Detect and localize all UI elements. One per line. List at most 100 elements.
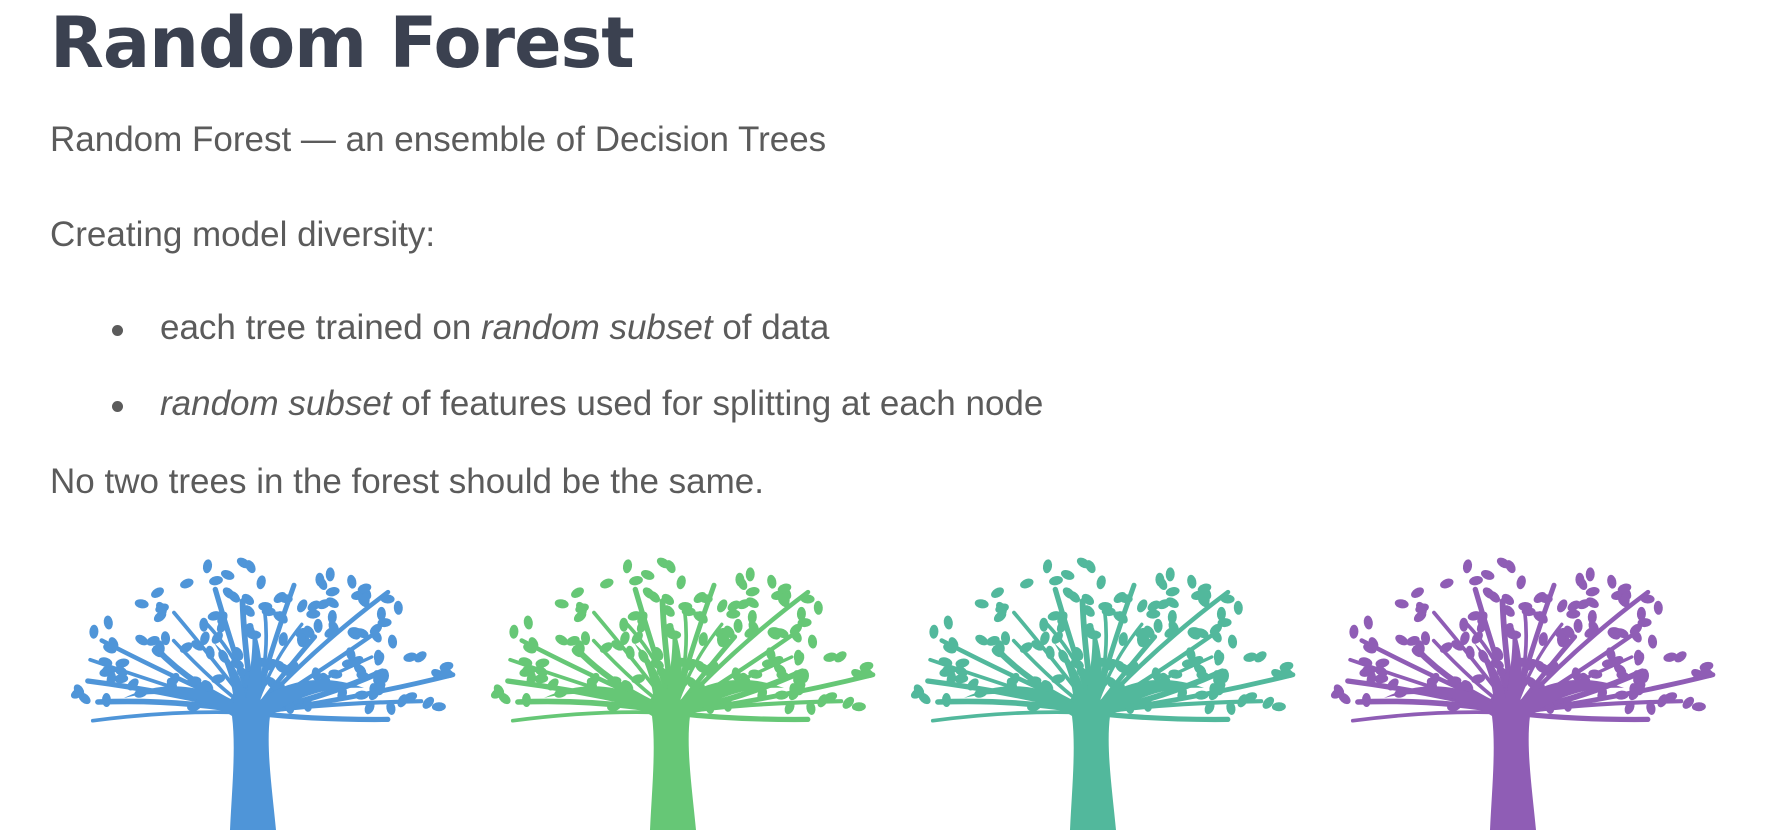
tree-leaf (1137, 599, 1148, 613)
tree-leaf (1187, 574, 1197, 589)
bullet-dot-icon (112, 401, 123, 412)
bullet-emphasis: random subset (481, 308, 713, 347)
tree-leaf (1462, 559, 1473, 574)
tree-leaf (387, 634, 398, 649)
diversity-heading: Creating model diversity: (50, 215, 436, 254)
tree-leaf (745, 587, 760, 597)
tree-leaf (1440, 578, 1454, 589)
tree-leaf (202, 559, 213, 574)
tree-leaf (155, 603, 169, 614)
tree-leaf (1227, 634, 1238, 649)
tree-leaf (1045, 645, 1055, 660)
tree-leaf (575, 603, 589, 614)
tree-leaf (1653, 600, 1663, 615)
tree-leaf (717, 599, 728, 613)
tree-leaf (1620, 592, 1630, 607)
tree-leaf (1165, 567, 1175, 582)
tree-leaf (1573, 618, 1583, 633)
tree-leaf (1691, 702, 1706, 712)
tree-leaf (509, 624, 519, 639)
tree-leaf (135, 634, 149, 646)
tree-leaf (1459, 617, 1469, 632)
tree-leaf (1153, 618, 1163, 633)
bullet-item-2: random subset of features used for split… (112, 384, 1043, 460)
tree-leaf (327, 610, 337, 624)
tree-leaf (1469, 576, 1483, 586)
tree-leaf (347, 574, 357, 589)
tree-leaf (103, 615, 113, 630)
tree-leaf (747, 610, 757, 624)
tree-leaf (89, 624, 99, 639)
tree-leaf (1585, 587, 1600, 597)
tree-leaf (1585, 567, 1595, 582)
tree-leaf (1566, 609, 1581, 619)
tree-leaf (313, 618, 323, 633)
tree-icon-purple (1314, 548, 1726, 830)
tree-leaf (1233, 600, 1243, 615)
tree-leaf (1557, 599, 1568, 613)
bullet-dot-icon (112, 325, 123, 336)
tree-leaf (1020, 578, 1034, 589)
tree-leaf (209, 576, 223, 586)
tree-leaf (256, 575, 266, 590)
closing-text: No two trees in the forest should be the… (50, 462, 764, 501)
bullet-list: each tree trained on random subset of da… (112, 308, 1043, 460)
tree-leaf (746, 597, 759, 609)
tree-leaf (1167, 610, 1177, 624)
tree-leaf (991, 587, 1004, 598)
tree-leaf (571, 587, 584, 598)
tree-leaf (1165, 587, 1180, 597)
tree-leaf (1146, 609, 1161, 619)
tree-leaf (600, 578, 614, 589)
tree-leaf (151, 587, 164, 598)
tree-leaf (393, 600, 403, 615)
tree-leaf (297, 599, 308, 613)
slide-title: Random Forest (50, 2, 635, 84)
tree-leaf (431, 702, 446, 712)
tree-leaf (995, 603, 1009, 614)
tree-illustrations (54, 548, 1734, 830)
tree-leaf (1271, 702, 1286, 712)
tree-leaf (676, 575, 686, 590)
tree-leaf (1587, 610, 1597, 624)
tree-icon-blue (54, 548, 466, 830)
tree-svg (70, 557, 456, 830)
tree-leaf (523, 615, 533, 630)
tree-svg (490, 557, 876, 830)
tree-leaf (629, 576, 643, 586)
tree-leaf (101, 693, 112, 707)
tree-leaf (1049, 576, 1063, 586)
bullet-item-1: each tree trained on random subset of da… (112, 308, 1043, 384)
tree-leaf (325, 567, 335, 582)
tree-leaf (745, 567, 755, 582)
tree-leaf (1096, 575, 1106, 590)
tree-leaf (205, 645, 215, 660)
tree-svg (910, 557, 1296, 830)
tree-leaf (851, 702, 866, 712)
tree-leaf (943, 615, 953, 630)
tree-leaf (555, 634, 569, 646)
tree-leaf (134, 599, 149, 609)
tree-leaf (1395, 634, 1409, 646)
tree-leaf (306, 609, 321, 619)
tree-leaf (767, 574, 777, 589)
tree-icon-teal (894, 548, 1306, 830)
tree-leaf (929, 624, 939, 639)
tree-leaf (622, 559, 633, 574)
bullet-text-post: of features used for splitting at each n… (391, 384, 1044, 423)
bullet-emphasis: random subset (160, 384, 392, 423)
tree-leaf (733, 618, 743, 633)
tree-leaf (1200, 592, 1210, 607)
tree-leaf (199, 617, 209, 632)
tree-leaf (554, 599, 569, 609)
tree-leaf (619, 617, 629, 632)
tree-leaf (780, 592, 790, 607)
tree-leaf (625, 645, 635, 660)
tree-leaf (326, 597, 339, 609)
tree-leaf (325, 587, 340, 597)
tree-leaf (975, 634, 989, 646)
tree-leaf (1363, 615, 1373, 630)
tree-leaf (1647, 634, 1658, 649)
tree-icon-green (474, 548, 886, 830)
tree-leaf (1607, 574, 1617, 589)
